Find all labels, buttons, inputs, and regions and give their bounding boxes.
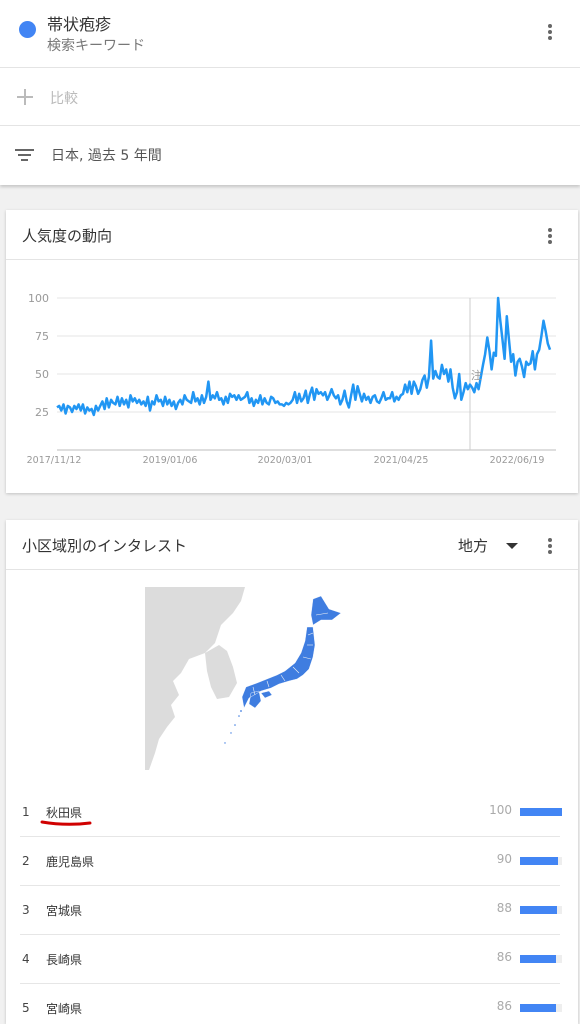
data-note-label[interactable]: 注 <box>471 368 482 382</box>
compare-input[interactable]: 比較 <box>50 88 78 108</box>
region-name[interactable]: 宮崎県 <box>46 1000 82 1017</box>
x-tick-label: 2017/11/12 <box>27 455 82 466</box>
map-region-japan[interactable] <box>241 595 342 709</box>
map-land-korea <box>205 645 237 699</box>
ranking-row[interactable]: 4 長崎県 86 <box>20 935 562 984</box>
map-island <box>238 715 240 717</box>
interest-value: 86 <box>496 950 512 964</box>
search-term-type: 検索キーワード <box>47 38 145 54</box>
interest-value: 86 <box>496 999 512 1013</box>
interest-bar-fill <box>520 1004 557 1012</box>
x-tick-label: 2020/03/01 <box>258 455 313 466</box>
resolution-select[interactable]: 地方 <box>458 535 488 556</box>
interest-bar <box>520 1004 562 1012</box>
caret-down-icon[interactable] <box>506 543 518 549</box>
interest-value: 100 <box>489 803 512 817</box>
y-tick-label: 75 <box>35 330 49 343</box>
y-tick-label: 25 <box>35 406 49 419</box>
x-tick-label: 2021/04/25 <box>374 455 429 466</box>
ranking-row[interactable]: 3 宮城県 88 <box>20 886 562 935</box>
filter-summary[interactable]: 日本, 過去 5 年間 <box>51 145 162 165</box>
interest-bar-fill <box>520 808 562 816</box>
ranking-row[interactable]: 5 宮崎県 86 <box>20 984 562 1024</box>
interest-bar-fill <box>520 857 558 865</box>
interest-bar-fill <box>520 906 557 914</box>
map-island <box>230 732 232 734</box>
y-tick-label: 100 <box>28 292 49 305</box>
series-color-dot <box>19 21 36 38</box>
region-name[interactable]: 鹿児島県 <box>46 853 94 870</box>
rank-number: 3 <box>22 903 30 917</box>
region-name[interactable]: 長崎県 <box>46 951 82 968</box>
y-tick-label: 50 <box>35 368 49 381</box>
more-vert-icon[interactable] <box>540 224 560 248</box>
compare-row[interactable]: 比較 <box>0 68 580 126</box>
card-title: 小区域別のインタレスト <box>22 537 188 555</box>
search-term-row[interactable]: 帯状疱疹 検索キーワード <box>0 0 580 68</box>
geo-map[interactable] <box>145 587 351 770</box>
handwritten-underline <box>40 820 92 826</box>
card-title: 人気度の動向 <box>22 227 113 245</box>
x-tick-label: 2022/06/19 <box>490 455 545 466</box>
interest-bar <box>520 808 562 816</box>
trend-chart: 100 75 50 25 2017/11/12 2019/01/06 2020/03/01… <box>27 292 556 466</box>
more-vert-icon[interactable] <box>540 534 560 558</box>
plus-icon[interactable] <box>16 88 34 106</box>
rank-number: 4 <box>22 952 30 966</box>
interest-value: 88 <box>496 901 512 915</box>
interest-bar <box>520 955 562 963</box>
region-name[interactable]: 宮城県 <box>46 902 82 919</box>
series-line <box>56 296 552 417</box>
interest-over-time-card: 人気度の動向 100 75 50 25 2017/11/12 2019/01/06 202… <box>6 210 578 493</box>
rank-number: 1 <box>22 805 30 819</box>
interest-value: 90 <box>496 852 512 866</box>
interest-bar-fill <box>520 955 557 963</box>
map-island <box>240 710 242 712</box>
more-vert-icon[interactable] <box>540 20 560 44</box>
search-term[interactable]: 帯状疱疹 <box>47 11 111 35</box>
x-tick-label: 2019/01/06 <box>143 455 198 466</box>
interest-bar <box>520 857 562 865</box>
interest-by-subregion-card: 小区域別のインタレスト 地方 1 秋田県 100 2 鹿児島県 90 3 宮城県… <box>6 520 578 1024</box>
rank-number: 2 <box>22 854 30 868</box>
filter-row[interactable]: 日本, 過去 5 年間 <box>0 126 580 184</box>
map-island <box>224 742 226 744</box>
interest-bar <box>520 906 562 914</box>
search-header: 帯状疱疹 検索キーワード 比較 日本, 過去 5 年間 <box>0 0 580 185</box>
ranking-row[interactable]: 2 鹿児島県 90 <box>20 837 562 886</box>
filter-icon[interactable] <box>15 147 35 163</box>
ranking-row[interactable]: 1 秋田県 100 <box>20 788 562 837</box>
rank-number: 5 <box>22 1001 30 1015</box>
card-header: 小区域別のインタレスト 地方 <box>6 520 578 570</box>
card-header: 人気度の動向 <box>6 210 578 260</box>
map-island <box>234 724 236 726</box>
